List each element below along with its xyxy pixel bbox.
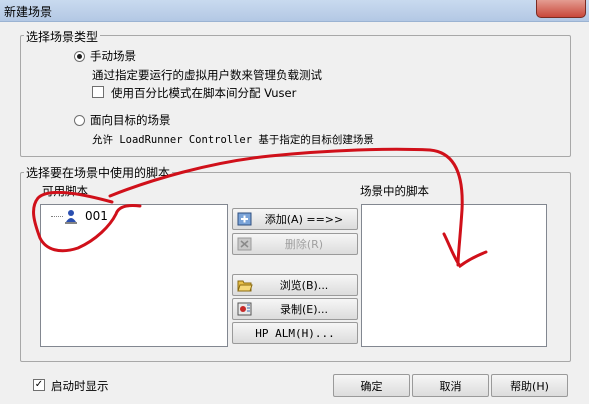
browse-label: 浏览(B)... [279, 279, 329, 292]
close-button[interactable] [536, 0, 586, 18]
scripts-group-label: 选择要在场景中使用的脚本 [24, 164, 173, 181]
scenario-scripts-label: 场景中的脚本 [360, 184, 429, 198]
folder-open-icon [237, 280, 253, 292]
record-label: 录制(E)... [279, 303, 329, 316]
show-on-startup-label[interactable]: 启动时显示 [51, 378, 109, 394]
script-user-icon [65, 210, 77, 224]
goal-scenario-label[interactable]: 面向目标的场景 [90, 112, 171, 128]
manual-scenario-description: 通过指定要运行的虚拟用户数来管理负载测试 [92, 68, 322, 82]
remove-script-icon [237, 237, 252, 251]
hp-alm-label: HP ALM(H)... [255, 326, 335, 340]
add-script-button[interactable]: 添加(A) ==>> [232, 208, 358, 230]
available-scripts-list[interactable]: 001 [40, 204, 228, 347]
remove-script-button[interactable]: 删除(R) [232, 233, 358, 255]
browse-button[interactable]: 浏览(B)... [232, 274, 358, 296]
add-script-label: 添加(A) ==>> [264, 213, 344, 226]
list-item[interactable]: 001 [63, 208, 108, 224]
goal-scenario-description: 允许 LoadRunner Controller 基于指定的目标创建场景 [92, 134, 374, 146]
cancel-button[interactable]: 取消 [412, 374, 489, 397]
help-button[interactable]: 帮助(H) [491, 374, 568, 397]
ok-button[interactable]: 确定 [333, 374, 410, 397]
ok-label: 确定 [360, 379, 383, 393]
scenario-scripts-list[interactable] [361, 204, 547, 347]
add-script-icon [237, 212, 252, 226]
percent-mode-label[interactable]: 使用百分比模式在脚本间分配 Vuser [111, 85, 296, 101]
window-title: 新建场景 [4, 5, 53, 19]
title-bar[interactable]: 新建场景 [0, 0, 589, 22]
goal-scenario-radio[interactable] [74, 115, 85, 126]
manual-scenario-label[interactable]: 手动场景 [90, 48, 136, 64]
cancel-label: 取消 [439, 379, 462, 393]
script-name: 001 [85, 209, 108, 223]
hp-alm-button[interactable]: HP ALM(H)... [232, 322, 358, 344]
show-on-startup-checkbox[interactable]: ✓ [33, 379, 45, 391]
tree-connector [51, 216, 63, 217]
scenario-type-group-label: 选择场景类型 [24, 28, 101, 45]
record-button[interactable]: 录制(E)... [232, 298, 358, 320]
record-script-icon [237, 302, 252, 316]
available-scripts-label: 可用脚本 [42, 184, 88, 198]
help-label: 帮助(H) [510, 379, 549, 393]
remove-script-label: 删除(R) [284, 238, 324, 251]
percent-mode-checkbox[interactable] [92, 86, 104, 98]
manual-scenario-radio[interactable] [74, 51, 85, 62]
